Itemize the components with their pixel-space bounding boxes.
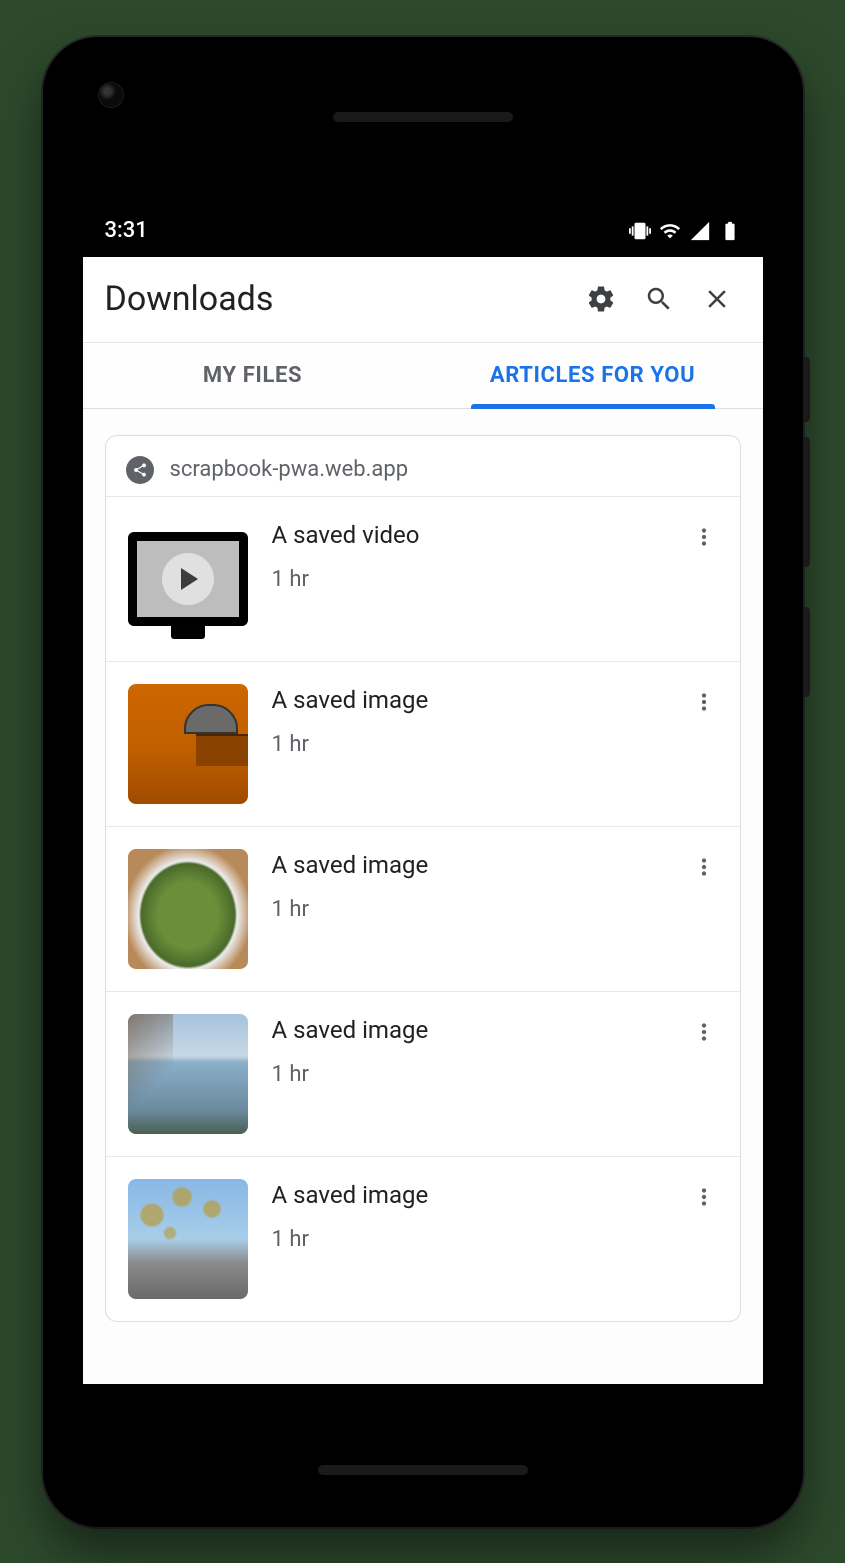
more-vert-icon [691,854,717,880]
wifi-icon [659,220,681,242]
item-time: 1 hr [272,567,662,592]
image-thumbnail [128,849,248,969]
image-thumbnail [128,1179,248,1299]
item-title: A saved image [272,1016,662,1044]
speaker-top [333,112,513,122]
battery-icon [719,220,741,242]
close-button[interactable] [693,275,741,323]
item-menu-button[interactable] [686,1014,722,1050]
item-time: 1 hr [272,897,662,922]
status-icons [629,220,741,242]
settings-button[interactable] [577,275,625,323]
item-menu-button[interactable] [686,519,722,555]
share-icon [126,456,154,484]
item-time: 1 hr [272,1227,662,1252]
item-menu-button[interactable] [686,849,722,885]
status-time: 3:31 [105,218,148,243]
page-title: Downloads [105,279,567,319]
image-thumbnail [128,1014,248,1134]
camera-dot [98,82,124,108]
tab-articles-for-you[interactable]: ARTICLES FOR YOU [423,343,763,408]
tab-my-files[interactable]: MY FILES [83,343,423,408]
gear-icon [586,284,616,314]
status-bar: 3:31 [83,205,763,257]
image-thumbnail [128,684,248,804]
vibrate-icon [629,220,651,242]
search-icon [644,284,674,314]
more-vert-icon [691,689,717,715]
list-item[interactable]: A saved image 1 hr [106,826,740,991]
app-bar: Downloads [83,257,763,343]
more-vert-icon [691,524,717,550]
item-time: 1 hr [272,1062,662,1087]
video-thumbnail [128,519,248,639]
origin-label: scrapbook-pwa.web.app [170,457,409,482]
item-menu-button[interactable] [686,684,722,720]
item-time: 1 hr [272,732,662,757]
close-icon [702,284,732,314]
side-button [803,607,810,697]
screen: 3:31 Downloads [83,205,763,1384]
tab-bar: MY FILES ARTICLES FOR YOU [83,343,763,409]
item-menu-button[interactable] [686,1179,722,1215]
list-item[interactable]: A saved video 1 hr [106,496,740,661]
list-item[interactable]: A saved image 1 hr [106,1156,740,1321]
item-title: A saved video [272,521,662,549]
list-item[interactable]: A saved image 1 hr [106,661,740,826]
phone-frame: 3:31 Downloads [43,37,803,1527]
side-button [803,437,810,567]
speaker-bottom [318,1465,528,1475]
item-title: A saved image [272,686,662,714]
item-title: A saved image [272,851,662,879]
side-button [803,357,810,422]
item-title: A saved image [272,1181,662,1209]
search-button[interactable] [635,275,683,323]
list-item[interactable]: A saved image 1 hr [106,991,740,1156]
content-area: scrapbook-pwa.web.app A saved video 1 hr [83,409,763,1384]
more-vert-icon [691,1184,717,1210]
more-vert-icon [691,1019,717,1045]
card-header: scrapbook-pwa.web.app [106,436,740,496]
signal-icon [689,220,711,242]
origin-card: scrapbook-pwa.web.app A saved video 1 hr [105,435,741,1322]
